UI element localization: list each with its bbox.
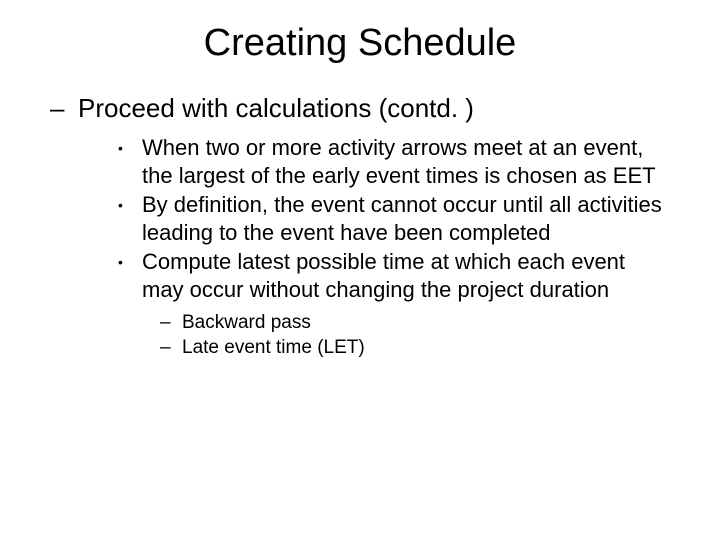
level1-item: – Proceed with calculations (contd. ) [50,93,670,124]
bullet-text: When two or more activity arrows meet at… [142,134,670,189]
bullet-icon: • [118,197,142,215]
bullet-icon: • [118,140,142,158]
slide: Creating Schedule – Proceed with calcula… [0,0,720,540]
sub-text: Backward pass [182,311,311,336]
dash-icon: – [160,336,182,361]
dash-icon: – [160,311,182,336]
slide-content: – Proceed with calculations (contd. ) • … [0,65,720,360]
sub-text: Late event time (LET) [182,336,365,361]
list-item: – Late event time (LET) [160,336,670,361]
list-item: – Backward pass [160,311,670,336]
list-item: • Compute latest possible time at which … [118,248,670,303]
level2-list: • When two or more activity arrows meet … [50,134,670,303]
list-item: • When two or more activity arrows meet … [118,134,670,189]
level1-text: Proceed with calculations (contd. ) [78,93,474,124]
bullet-icon: • [118,254,142,272]
level3-list: – Backward pass – Late event time (LET) [50,305,670,360]
bullet-text: By definition, the event cannot occur un… [142,191,670,246]
bullet-text: Compute latest possible time at which ea… [142,248,670,303]
list-item: • By definition, the event cannot occur … [118,191,670,246]
dash-icon: – [50,93,78,124]
slide-title: Creating Schedule [0,0,720,65]
